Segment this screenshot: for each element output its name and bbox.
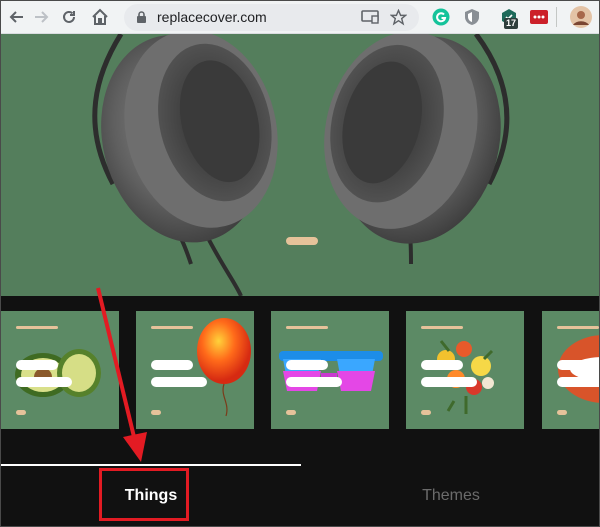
card-indicator <box>557 410 567 415</box>
star-icon[interactable] <box>389 8 408 31</box>
card-balloon[interactable] <box>136 311 254 429</box>
card-label-bar <box>286 326 328 329</box>
hero-banner[interactable] <box>1 34 599 296</box>
card-text-line <box>421 377 477 387</box>
card-lips[interactable] <box>542 311 599 429</box>
bottom-tab-bar: Things Themes <box>1 464 599 526</box>
home-icon[interactable] <box>89 6 111 28</box>
highlight-box <box>99 468 189 521</box>
card-indicator <box>16 410 26 415</box>
grammarly-icon[interactable] <box>431 7 451 27</box>
hero-label-placeholder <box>286 237 318 245</box>
back-arrow-icon[interactable] <box>6 6 28 28</box>
card-sunglasses[interactable] <box>271 311 389 429</box>
tab-themes[interactable]: Themes <box>301 464 599 526</box>
card-flowers[interactable] <box>406 311 524 429</box>
url-text[interactable]: replacecover.com <box>157 9 267 25</box>
browser-toolbar: replacecover.com 17 <box>1 1 599 34</box>
headphones-image <box>92 34 510 296</box>
card-text-line <box>421 360 463 370</box>
address-bar[interactable]: replacecover.com <box>124 4 419 31</box>
card-label-bar <box>421 326 463 329</box>
cast-icon[interactable] <box>361 10 379 29</box>
reload-icon[interactable] <box>58 6 80 28</box>
card-text-line <box>16 360 58 370</box>
things-carousel[interactable] <box>1 296 599 464</box>
card-indicator <box>421 410 431 415</box>
card-label-bar <box>557 326 599 329</box>
forward-arrow-icon[interactable] <box>30 6 52 28</box>
card-text-line <box>286 377 342 387</box>
extension-badge: 17 <box>504 18 519 29</box>
card-text-line <box>557 377 599 387</box>
toolbar-divider <box>556 7 557 27</box>
card-text-line <box>286 360 328 370</box>
lock-icon[interactable] <box>136 11 147 29</box>
card-avocado[interactable] <box>1 311 119 429</box>
lastpass-icon[interactable] <box>529 7 549 27</box>
card-indicator <box>151 410 161 415</box>
card-text-line <box>557 360 599 370</box>
profile-avatar[interactable] <box>570 6 592 28</box>
card-text-line <box>16 377 72 387</box>
screenshot-frame: replacecover.com 17 Things Themes <box>0 0 600 527</box>
card-text-line <box>151 377 207 387</box>
shield-icon[interactable] <box>462 7 482 27</box>
card-indicator <box>286 410 296 415</box>
card-label-bar <box>151 326 193 329</box>
card-text-line <box>151 360 193 370</box>
card-label-bar <box>16 326 58 329</box>
